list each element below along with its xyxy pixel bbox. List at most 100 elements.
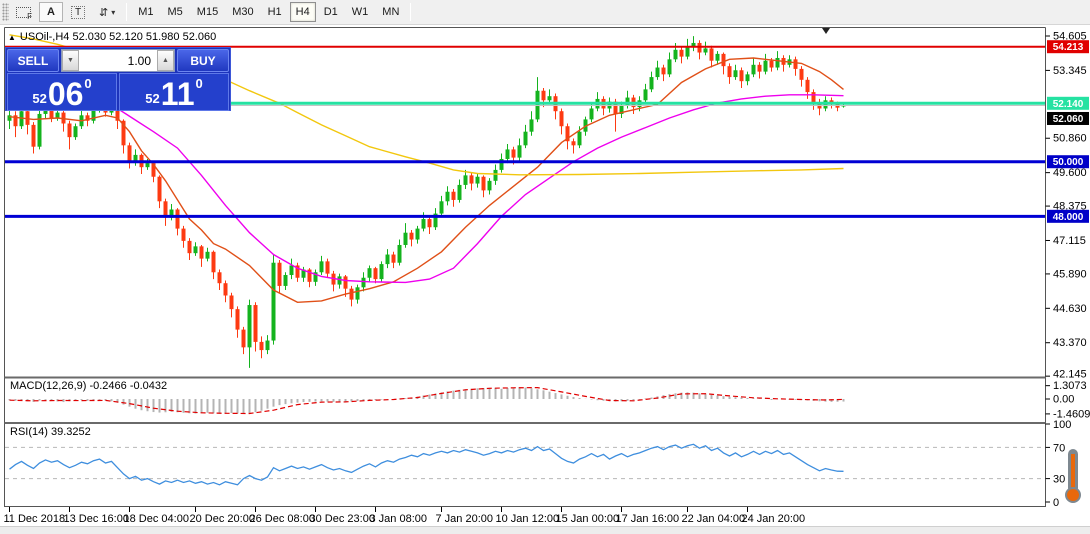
macd-bar xyxy=(291,399,293,403)
text-label-button[interactable]: T xyxy=(65,2,91,22)
volume-down-button[interactable]: ▼ xyxy=(62,50,79,71)
time-tick-label: 17 Jan 16:00 xyxy=(616,513,680,525)
macd-bar xyxy=(285,399,287,404)
toolbar-grip[interactable] xyxy=(2,3,9,21)
macd-bar xyxy=(771,399,773,400)
volume-input[interactable]: 1.00 xyxy=(79,50,157,71)
tab-mn[interactable]: MN xyxy=(376,2,405,22)
tab-h4-selected[interactable]: H4 xyxy=(290,2,316,22)
candle-down xyxy=(836,104,840,107)
time-tick-label: 15 Jan 00:00 xyxy=(556,513,620,525)
cycle-arrows-button[interactable]: ⇵ ▾ xyxy=(93,2,121,22)
macd-bar xyxy=(567,396,569,399)
macd-bar xyxy=(261,399,263,411)
candle-down xyxy=(224,283,228,295)
chart-shift-marker xyxy=(822,28,830,34)
sell-button[interactable]: SELL xyxy=(7,49,59,72)
macd-axis-label: 0.00 xyxy=(1053,394,1074,406)
candle-up xyxy=(548,96,552,100)
tab-m1[interactable]: M1 xyxy=(132,2,159,22)
candle-up xyxy=(734,70,738,77)
price-tick-label: 49.600 xyxy=(1053,167,1087,179)
macd-bar xyxy=(279,399,281,405)
volume-up-button[interactable]: ▲ xyxy=(157,50,174,71)
candle-down xyxy=(158,177,162,202)
macd-bar xyxy=(753,398,755,399)
chart-region: 54.60553.34550.86049.60048.37547.11545.8… xyxy=(0,25,1090,534)
macd-bar xyxy=(129,399,131,407)
macd-bar xyxy=(111,399,113,401)
tab-d1[interactable]: D1 xyxy=(318,2,344,22)
tab-m15[interactable]: M15 xyxy=(191,2,224,22)
macd-bar xyxy=(741,398,743,399)
candle-down xyxy=(188,241,192,253)
macd-bar xyxy=(729,397,731,399)
candle-up xyxy=(650,77,654,89)
macd-bar xyxy=(519,387,521,399)
tab-m30[interactable]: M30 xyxy=(226,2,259,22)
candle-up xyxy=(518,145,522,157)
candle-down xyxy=(722,54,726,66)
candle-up xyxy=(578,132,582,146)
candle-down xyxy=(800,69,804,80)
macd-bar xyxy=(273,399,275,407)
candle-up xyxy=(206,252,210,259)
tab-h1[interactable]: H1 xyxy=(262,2,288,22)
candle-down xyxy=(344,276,348,288)
macd-bar xyxy=(45,399,47,400)
sell-price-display[interactable]: 52 06 0 xyxy=(7,73,117,111)
candle-down xyxy=(236,309,240,329)
t-icon: T xyxy=(71,6,85,19)
rsi-pane[interactable] xyxy=(5,444,1045,485)
candle-down xyxy=(560,111,564,126)
macd-bar xyxy=(501,389,503,399)
price-tick-label: 47.115 xyxy=(1053,235,1086,247)
sell-price-point: 0 xyxy=(84,76,91,91)
macd-bar xyxy=(513,388,515,399)
tab-m5[interactable]: M5 xyxy=(162,2,189,22)
font-a-button[interactable]: A xyxy=(39,2,63,22)
time-tick-label: 10 Jan 12:00 xyxy=(496,513,560,525)
macd-bar xyxy=(333,399,335,402)
rsi-axis-label: 100 xyxy=(1053,419,1071,431)
candle-up xyxy=(440,201,444,213)
macd-bar xyxy=(81,399,83,400)
candle-up xyxy=(656,68,660,78)
macd-bar xyxy=(213,399,215,413)
dotted-rect-icon: F xyxy=(16,7,31,18)
collapse-triangle-icon[interactable]: ▲ xyxy=(8,33,16,42)
candle-up xyxy=(506,149,510,159)
candle-up xyxy=(290,265,294,275)
macd-bar xyxy=(549,392,551,399)
macd-bar xyxy=(675,393,677,399)
candle-down xyxy=(230,295,234,309)
time-tick-label: 13 Dec 16:00 xyxy=(64,513,129,525)
macd-bar xyxy=(843,399,845,402)
candle-down xyxy=(452,192,456,200)
macd-bar xyxy=(243,399,245,414)
macd-bar xyxy=(453,391,455,399)
candle-down xyxy=(482,177,486,191)
macd-bar xyxy=(99,399,101,400)
candle-down xyxy=(428,219,432,227)
buy-price-display[interactable]: 52 11 0 xyxy=(119,73,229,111)
macd-bar xyxy=(819,399,821,401)
macd-bar xyxy=(21,399,23,400)
price-axis: 54.60553.34550.86049.60048.37547.11545.8… xyxy=(1046,31,1090,510)
macd-bar xyxy=(177,399,179,412)
tab-w1[interactable]: W1 xyxy=(346,2,375,22)
template-button[interactable]: F xyxy=(10,2,37,22)
macd-bar xyxy=(483,388,485,399)
buy-button[interactable]: BUY xyxy=(177,49,229,72)
candle-up xyxy=(404,233,408,245)
candle-up xyxy=(320,261,324,272)
candle-down xyxy=(770,61,774,68)
candle-down xyxy=(728,66,732,77)
price-tick-label: 43.370 xyxy=(1053,337,1087,349)
candle-up xyxy=(380,264,384,279)
candle-up xyxy=(704,48,708,52)
toolbar: F A T ⇵ ▾ M1 M5 M15 M30 H1 H4 D1 W1 MN xyxy=(0,0,1090,25)
macd-bar xyxy=(309,399,311,402)
candle-up xyxy=(362,278,366,288)
time-tick-label: 30 Dec 23:00 xyxy=(310,513,375,525)
